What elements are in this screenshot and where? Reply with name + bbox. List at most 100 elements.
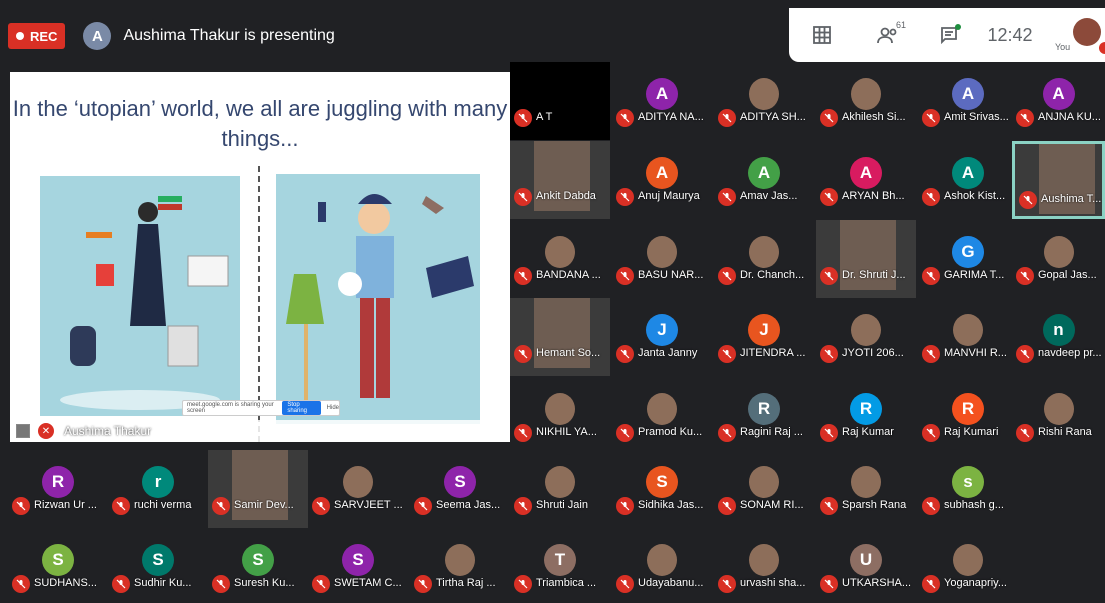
mic-off-icon	[722, 192, 732, 202]
mic-off-icon	[418, 579, 428, 589]
mic-off-icon	[922, 424, 940, 442]
mic-off-icon	[518, 192, 528, 202]
mic-off-icon	[620, 113, 630, 123]
mic-off-icon	[518, 428, 528, 438]
participant-tile[interactable]: BANDANA ...	[510, 220, 610, 298]
chat-notification-dot	[955, 24, 961, 30]
mic-off-icon	[1020, 113, 1030, 123]
participant-name: JITENDRA ...	[740, 347, 806, 359]
mic-off-icon	[1020, 271, 1030, 281]
participant-tile[interactable]: Pramod Ku...	[612, 377, 712, 455]
participant-tile[interactable]: R Raj Kumar	[816, 377, 916, 455]
participant-tile[interactable]: r ruchi verma	[108, 450, 208, 528]
participant-avatar: S	[242, 544, 274, 576]
mic-off-icon	[216, 501, 226, 511]
participant-tile[interactable]: Yoganapriy...	[918, 528, 1018, 603]
participant-tile[interactable]: R Raj Kumari	[918, 377, 1018, 455]
participant-tile[interactable]: Rishi Rana	[1012, 377, 1105, 455]
mic-off-icon	[620, 192, 630, 202]
participant-tile[interactable]: n navdeep pr...	[1012, 298, 1105, 376]
participant-tile[interactable]: G GARIMA T...	[918, 220, 1018, 298]
participant-tile[interactable]: JYOTI 206...	[816, 298, 916, 376]
chat-button[interactable]	[921, 8, 977, 62]
participant-tile[interactable]: Gopal Jas...	[1012, 220, 1105, 298]
participant-photo	[545, 236, 575, 268]
participant-tile[interactable]: SARVJEET ...	[308, 450, 408, 528]
participant-photo	[647, 393, 677, 425]
expand-icon[interactable]	[16, 424, 30, 438]
mic-off-icon	[414, 575, 432, 593]
mic-off-icon	[414, 497, 432, 515]
participant-name: Ankit Dabda	[536, 190, 596, 202]
participant-tile[interactable]: urvashi sha...	[714, 528, 814, 603]
stop-sharing-button[interactable]: Stop sharing	[282, 401, 321, 415]
hide-button[interactable]: Hide	[327, 405, 339, 411]
muted-mic-icon: ✕	[38, 423, 54, 439]
mic-off-icon	[1016, 267, 1034, 285]
participant-name: ANJNA KU...	[1038, 111, 1101, 123]
participant-tile[interactable]: R Ragini Raj ...	[714, 377, 814, 455]
participant-tile[interactable]: S SUDHANS...	[8, 528, 108, 603]
participant-tile[interactable]: S SWETAM C...	[308, 528, 408, 603]
participant-tile[interactable]: U UTKARSHA...	[816, 528, 916, 603]
record-dot-icon	[16, 32, 24, 40]
participant-tile[interactable]: Akhilesh Si...	[816, 62, 916, 140]
mic-off-icon	[16, 579, 26, 589]
participant-tile[interactable]: A Anuj Maurya	[612, 141, 712, 219]
participant-avatar: U	[850, 544, 882, 576]
mic-off-icon	[518, 349, 528, 359]
participant-tile[interactable]: s subhash g...	[918, 450, 1018, 528]
participant-tile[interactable]: T Triambica ...	[510, 528, 610, 603]
participant-tile[interactable]: Hemant So...	[510, 298, 610, 376]
participant-name: Sparsh Rana	[842, 499, 907, 511]
mic-off-icon	[620, 501, 630, 511]
participant-tile[interactable]: A Amav Jas...	[714, 141, 814, 219]
participant-name: A T	[536, 111, 553, 123]
participant-tile[interactable]: NIKHIL YA...	[510, 377, 610, 455]
participant-tile[interactable]: S Suresh Ku...	[208, 528, 308, 603]
participant-photo	[647, 236, 677, 268]
participant-name: Tirtha Raj ...	[436, 577, 496, 589]
participant-tile[interactable]: SONAM RI...	[714, 450, 814, 528]
participant-tile[interactable]: S Seema Jas...	[410, 450, 510, 528]
participant-tile[interactable]: Tirtha Raj ...	[410, 528, 510, 603]
participant-tile[interactable]: Aushima T...	[1012, 141, 1105, 219]
participants-button[interactable]: 61	[855, 8, 921, 62]
participant-tile[interactable]: A T	[510, 62, 610, 140]
participant-tile[interactable]: R Rizwan Ur ...	[8, 450, 108, 528]
participant-tile[interactable]: J Janta Janny	[612, 298, 712, 376]
participant-avatar: R	[42, 466, 74, 498]
participant-avatar: S	[142, 544, 174, 576]
participant-tile[interactable]: Shruti Jain	[510, 450, 610, 528]
participant-tile[interactable]: A ARYAN Bh...	[816, 141, 916, 219]
participant-tile[interactable]: S Sudhir Ku...	[108, 528, 208, 603]
participant-tile[interactable]: BASU NAR...	[612, 220, 712, 298]
participant-name: Rizwan Ur ...	[34, 499, 97, 511]
participant-tile[interactable]: Sparsh Rana	[816, 450, 916, 528]
participant-avatar: S	[42, 544, 74, 576]
participant-tile[interactable]: A ADITYA NA...	[612, 62, 712, 140]
participant-tile[interactable]: A Amit Srivas...	[918, 62, 1018, 140]
participant-tile[interactable]: Samir Dev...	[208, 450, 308, 528]
participant-tile[interactable]: A Ashok Kist...	[918, 141, 1018, 219]
participant-tile[interactable]: MANVHI R...	[918, 298, 1018, 376]
participant-tile[interactable]: A ANJNA KU...	[1012, 62, 1105, 140]
participant-name: Dr. Shruti J...	[842, 269, 906, 281]
layout-button[interactable]	[789, 8, 855, 62]
participant-tile[interactable]: S Sidhika Jas...	[612, 450, 712, 528]
presenter-tile-bar: ✕ Aushima Thakur	[10, 420, 510, 442]
participant-tile[interactable]: ADITYA SH...	[714, 62, 814, 140]
participant-tile[interactable]: Dr. Chanch...	[714, 220, 814, 298]
mic-off-icon	[514, 109, 532, 127]
participant-tile[interactable]: Dr. Shruti J...	[816, 220, 916, 298]
grid-icon	[813, 26, 831, 44]
self-view[interactable]: You	[1043, 8, 1105, 62]
participant-tile[interactable]: Udayabanu...	[612, 528, 712, 603]
juggling-man-illustration	[276, 174, 480, 424]
participant-tile[interactable]: J JITENDRA ...	[714, 298, 814, 376]
mic-off-icon	[1019, 191, 1037, 209]
participant-name: Shruti Jain	[536, 499, 588, 511]
participant-name: Samir Dev...	[234, 499, 294, 511]
participant-name: subhash g...	[944, 499, 1004, 511]
participant-tile[interactable]: Ankit Dabda	[510, 141, 610, 219]
